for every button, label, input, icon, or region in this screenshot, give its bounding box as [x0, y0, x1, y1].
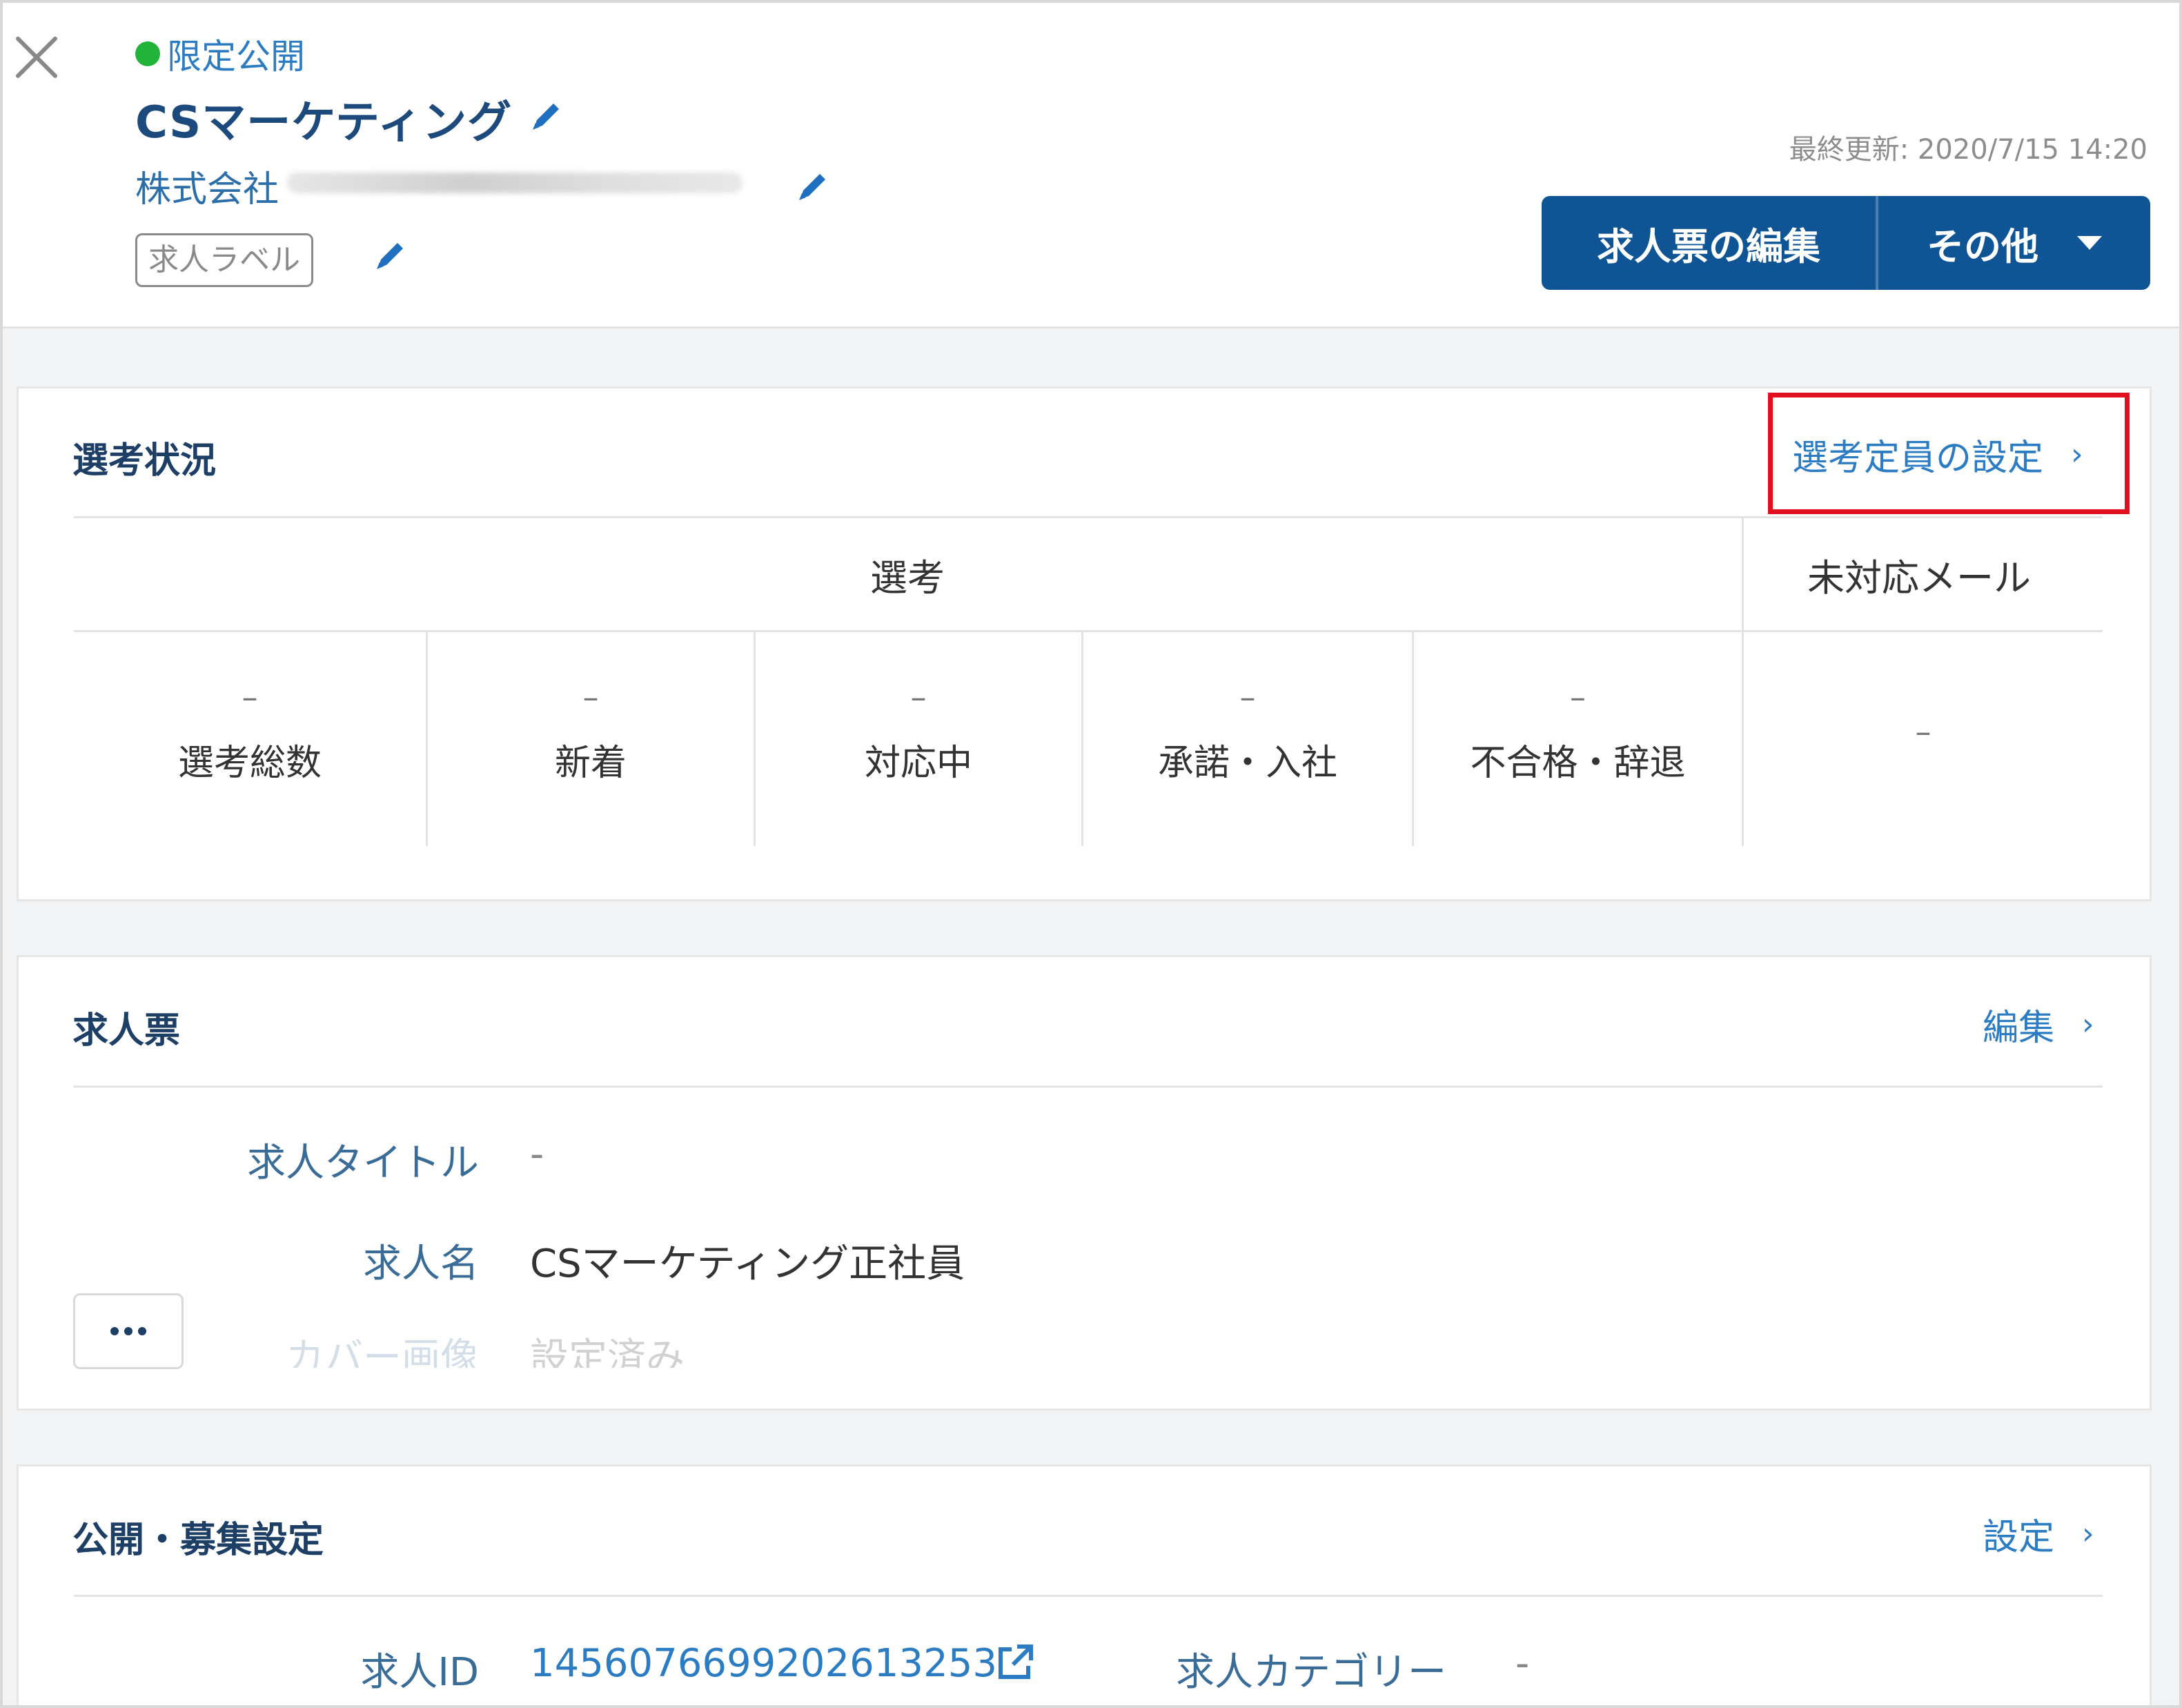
- stat-label: 選考総数: [177, 743, 322, 784]
- publish-status: 限定公開: [135, 29, 305, 79]
- highlight-box: [1768, 393, 2130, 514]
- more-icon: [110, 1327, 119, 1335]
- selection-group-header: 選考: [870, 556, 945, 600]
- job-id-link[interactable]: 1456076699202613253: [530, 1641, 997, 1686]
- chevron-right-icon: ›: [2082, 1007, 2094, 1042]
- stat-total: – 選考総数: [74, 678, 426, 785]
- field-value: 設定済み: [530, 1335, 685, 1368]
- stat-value: –: [1239, 678, 1256, 716]
- divider: [1742, 516, 1744, 846]
- link-label: 編集: [1983, 1008, 2055, 1049]
- field-value: -: [530, 1132, 544, 1177]
- stat-value: –: [582, 678, 599, 716]
- job-label-chip[interactable]: 求人ラベル: [135, 233, 313, 287]
- field-label: 求人ID: [360, 1650, 479, 1695]
- stat-in-progress: – 対応中: [756, 678, 1081, 785]
- field-label: 求人カテゴリー: [1176, 1650, 1446, 1695]
- pencil-icon[interactable]: [795, 168, 831, 204]
- stat-label: 新着: [554, 743, 627, 784]
- job-title: CSマーケティング: [135, 97, 513, 148]
- stat-value: –: [1570, 678, 1586, 716]
- unhandled-mail-header: 未対応メール: [1807, 556, 2031, 600]
- stat-label: 承諾・入社: [1157, 743, 1337, 784]
- external-link-icon[interactable]: [994, 1642, 1035, 1684]
- more-button-label: その他: [1927, 224, 2038, 268]
- link-label: 設定: [1983, 1517, 2055, 1558]
- divider: [74, 630, 2103, 632]
- card-title: 求人票: [72, 1010, 181, 1052]
- more-icon: [124, 1327, 132, 1335]
- job-header: 限定公開 CSマーケティング 株式会社 求人ラベル 最終更新: 2020/7/1…: [3, 3, 2179, 328]
- stat-rejected: – 不合格・辞退: [1414, 678, 1742, 785]
- stat-value: –: [1915, 713, 1932, 750]
- stat-label: 不合格・辞退: [1470, 743, 1686, 784]
- field-label: 求人名: [363, 1241, 479, 1286]
- status-dot-icon: [135, 41, 160, 66]
- company-name-redacted: [287, 173, 743, 193]
- header-actions: 求人票の編集 その他: [1542, 196, 2150, 290]
- field-value: -: [1515, 1641, 1530, 1686]
- caret-down-icon: [2077, 236, 2102, 250]
- card-title: 選考状況: [72, 440, 217, 482]
- stat-unhandled-mail: –: [1744, 713, 2103, 750]
- more-icon: [138, 1327, 146, 1335]
- stat-value: –: [910, 678, 927, 716]
- close-icon[interactable]: [12, 33, 61, 81]
- stat-label: 対応中: [864, 743, 972, 784]
- company-name: 株式会社: [135, 169, 279, 210]
- last-updated: 最終更新: 2020/7/15 14:20: [1789, 134, 2147, 166]
- chevron-right-icon: ›: [2082, 1516, 2094, 1551]
- edit-job-ticket-button[interactable]: 求人票の編集: [1542, 196, 1876, 290]
- divider: [74, 1086, 2103, 1088]
- pencil-icon[interactable]: [529, 98, 564, 134]
- more-menu-button[interactable]: その他: [1878, 196, 2150, 290]
- publish-settings-link[interactable]: 設定 ›: [1983, 1508, 2094, 1560]
- field-value: CSマーケティング正社員: [530, 1241, 965, 1286]
- stat-accepted: – 承諾・入社: [1083, 678, 1412, 785]
- field-label: 求人タイトル: [247, 1141, 479, 1186]
- stat-new: – 新着: [428, 678, 754, 785]
- job-detail-panel: 限定公開 CSマーケティング 株式会社 求人ラベル 最終更新: 2020/7/1…: [0, 0, 2182, 1708]
- show-more-button[interactable]: [73, 1293, 184, 1369]
- divider: [74, 1595, 2103, 1597]
- divider: [74, 516, 2103, 518]
- stat-value: –: [242, 678, 258, 716]
- edit-job-ticket-link[interactable]: 編集 ›: [1983, 999, 2094, 1050]
- card-title: 公開・募集設定: [72, 1520, 324, 1561]
- status-label: 限定公開: [167, 37, 305, 77]
- pencil-icon[interactable]: [373, 237, 409, 273]
